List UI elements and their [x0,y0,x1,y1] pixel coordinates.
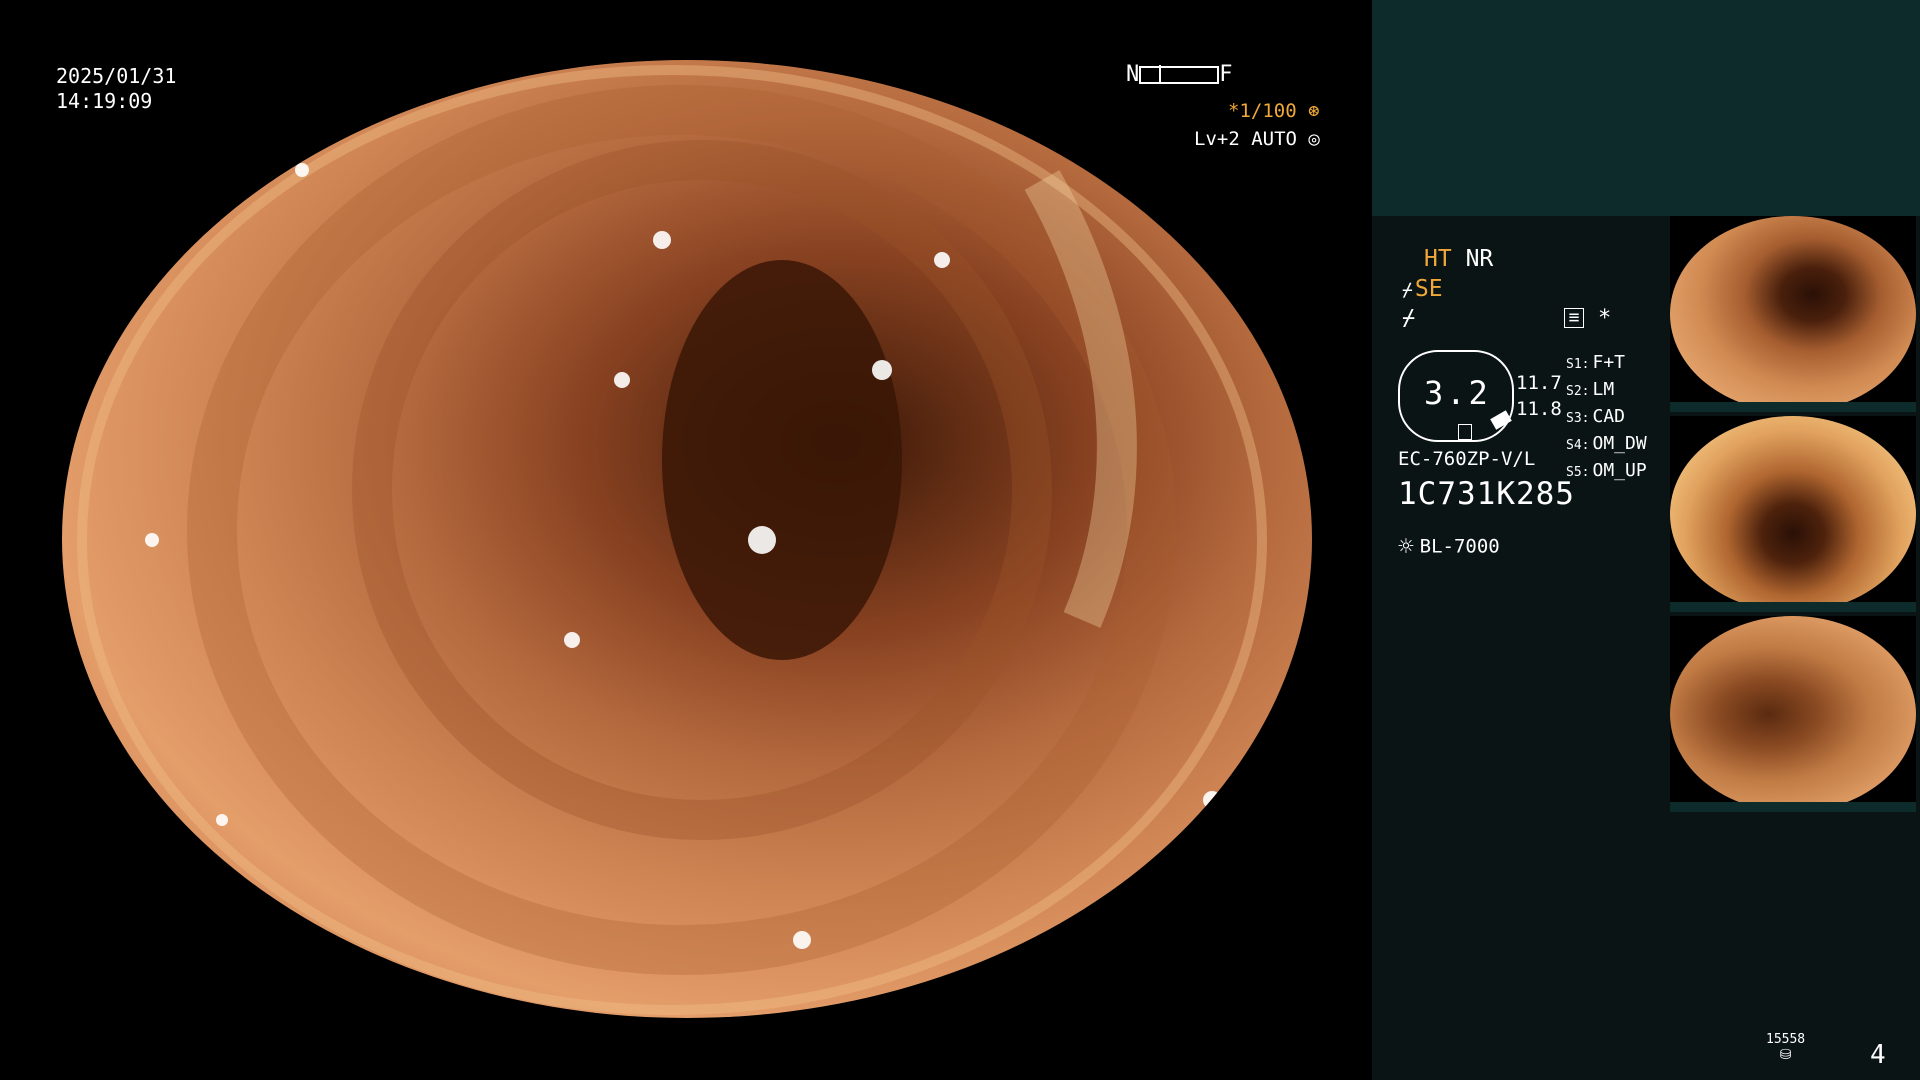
thumbnail-image [1670,616,1916,812]
gauge-reading-2: 11.8 [1516,398,1562,420]
shutter-icon: ⊛ [1308,100,1320,122]
scale-far-label: F [1219,62,1233,87]
gauge-marker-icon [1490,410,1512,430]
light-source-icon: ☼ [1398,532,1414,562]
focus-bar [1139,65,1220,84]
scope-serial: 1C731K285 [1398,476,1575,512]
thumbnail-image [1670,216,1916,412]
fold-ring-outer-highlight [77,65,1267,1015]
star-icon: * [1598,306,1612,331]
capture-thumbnail [1670,416,1916,612]
endoscopic-image [62,60,1312,1018]
image-counter: 15558 ⛁ [1766,1032,1805,1063]
endoscope-view: 2025/01/31 14:19:09 NF *1/100 ⊛ Lv+2 AUT… [0,0,1372,1080]
gauge-tick-icon [1458,424,1472,440]
storage-icon: ⛁ [1779,1047,1792,1063]
se-label: SE [1414,276,1443,302]
switch-item: S4: OM_DW [1566,433,1647,454]
gauge-reading-1: 11.7 [1516,372,1562,394]
time-text: 14:19:09 [56,89,153,113]
focus-scale: NF [1126,62,1233,87]
level-indicator: Lv+2 AUTO ◎ [1194,128,1320,150]
light-source-label: BL-7000 [1419,535,1500,558]
zoom-text: *1/100 [1228,100,1297,122]
panel-header-band [1372,0,1920,216]
freeze-icon: ⌿ [1402,306,1416,331]
ht-label: HT [1424,246,1452,272]
structure-enhancement: ⌿SE [1402,276,1443,302]
scope-model: EC-760ZP-V/L [1398,448,1536,470]
enhancement-status: HT NR [1424,246,1493,272]
menu-icon: ≡ [1564,308,1584,328]
date-text: 2025/01/31 [56,64,177,88]
page-number: 4 [1870,1040,1886,1070]
capture-thumbnail [1670,616,1916,812]
gauge-value: 3.2 [1424,374,1491,412]
level-text: Lv+2 AUTO [1194,128,1297,150]
switch-item: S3: CAD [1566,406,1625,427]
iris-icon: ◎ [1308,128,1320,150]
info-panel: HT NR ⌿SE ⌿ ≡ * 3.2 11.7 11.8 S1: F+T S2:… [1372,0,1920,1080]
zoom-indicator: *1/100 ⊛ [1228,100,1320,122]
switch-assignments: S1: F+T S2: LM S3: CAD S4: OM_DW S5: OM_UP [1566,350,1647,485]
switch-item: S1: F+T [1566,352,1625,373]
se-mode-icon: ⌿ [1402,280,1413,301]
capture-thumbnail [1670,216,1916,412]
switch-item: S2: LM [1566,379,1615,400]
scale-near-label: N [1126,62,1140,87]
lumen-dark-center [662,260,902,660]
thumbnail-image [1670,416,1916,612]
datetime-display: 2025/01/31 14:19:09 [56,64,176,114]
magnification-gauge: 3.2 [1398,350,1514,442]
lumen-folds [77,65,1267,1015]
image-count-text: 15558 [1766,1032,1806,1047]
nr-label: NR [1465,246,1494,272]
light-source: ☼ BL-7000 [1398,532,1500,562]
switch-item: S5: OM_UP [1566,460,1647,481]
fold-highlight-right [1024,170,1137,628]
